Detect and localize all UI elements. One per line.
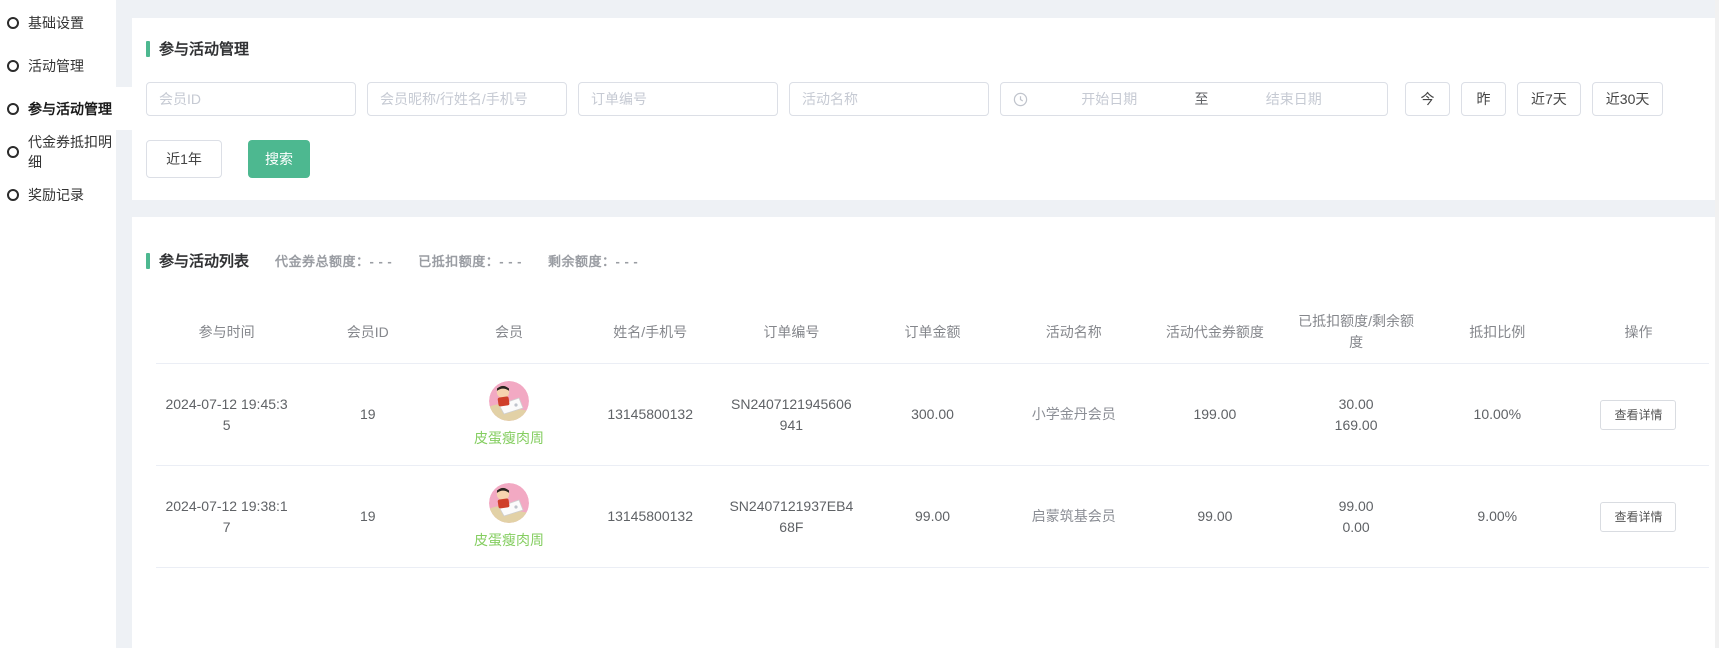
cell-order-amount: 300.00 [862, 398, 1003, 431]
sidebar-item-label: 代金券抵扣明细 [28, 132, 116, 172]
nickname-name-phone-input[interactable] [367, 82, 567, 116]
total-voucher-stat: 代金券总额度：- - - [275, 251, 392, 270]
circle-icon [7, 189, 19, 201]
sidebar-item-label: 奖励记录 [28, 185, 84, 205]
circle-icon [7, 146, 19, 158]
page-title: 参与活动管理 [159, 38, 249, 59]
cell-voucher-amount: 99.00 [1144, 500, 1285, 533]
cell-order-no: SN2407121937EB468F [721, 490, 862, 544]
sidebar-item-reward-records[interactable]: 奖励记录 [0, 173, 116, 216]
quick-today-button[interactable]: 今 [1405, 82, 1450, 116]
cell-time: 2024-07-12 19:38:17 [156, 490, 297, 544]
quick-30days-button[interactable]: 近30天 [1592, 82, 1664, 116]
sidebar-item-label: 参与活动管理 [28, 99, 112, 119]
cell-deducted-remaining: 30.00 169.00 [1286, 388, 1427, 442]
quick-yesterday-button[interactable]: 昨 [1461, 82, 1506, 116]
quick-1year-button[interactable]: 近1年 [146, 140, 222, 178]
cell-ratio: 10.00% [1427, 398, 1568, 431]
col-ratio: 抵扣比例 [1427, 316, 1568, 349]
cell-order-no: SN2407121945606941 [721, 388, 862, 442]
list-panel-header: 参与活动列表 代金券总额度：- - - 已抵扣额度：- - - 剩余额度：- -… [146, 250, 1709, 271]
remaining-stat: 剩余额度：- - - [548, 251, 638, 270]
participation-table: 参与时间 会员ID 会员 姓名/手机号 订单编号 订单金额 活动名称 活动代金券… [156, 301, 1709, 568]
cell-ratio: 9.00% [1427, 500, 1568, 533]
clock-icon [1013, 92, 1028, 107]
list-panel-title: 参与活动列表 [146, 250, 249, 271]
cell-member: 皮蛋瘦肉周 [438, 375, 579, 455]
date-range-picker[interactable]: 开始日期 至 结束日期 [1000, 82, 1388, 116]
cell-deducted-remaining: 99.00 0.00 [1286, 490, 1427, 544]
view-detail-button[interactable]: 查看详情 [1600, 400, 1676, 430]
view-detail-button[interactable]: 查看详情 [1600, 502, 1676, 532]
cell-phone: 13145800132 [580, 398, 721, 431]
member-avatar [489, 483, 529, 523]
sidebar-item-label: 活动管理 [28, 56, 84, 76]
cell-phone: 13145800132 [580, 500, 721, 533]
cell-member-id: 19 [297, 398, 438, 431]
sidebar-item-participation-management[interactable]: 参与活动管理 [0, 87, 116, 130]
cell-action: 查看详情 [1568, 394, 1709, 436]
table-row: 2024-07-12 19:38:17 19 [156, 465, 1709, 567]
col-order-amount: 订单金额 [862, 316, 1003, 349]
col-name-phone: 姓名/手机号 [580, 316, 721, 349]
member-nickname[interactable]: 皮蛋瘦肉周 [474, 530, 544, 551]
col-action: 操作 [1568, 316, 1709, 349]
cell-activity-name: 启蒙筑基会员 [1003, 500, 1144, 533]
member-avatar [489, 381, 529, 421]
cell-voucher-amount: 199.00 [1144, 398, 1285, 431]
col-member-id: 会员ID [297, 316, 438, 349]
circle-icon [7, 60, 19, 72]
circle-icon [7, 103, 19, 115]
top-margin-strip [132, 0, 1719, 18]
list-title: 参与活动列表 [159, 250, 249, 271]
sidebar-item-label: 基础设置 [28, 13, 84, 33]
title-accent-bar [146, 253, 150, 269]
member-id-input[interactable] [146, 82, 356, 116]
filter-row-1: 开始日期 至 结束日期 今 昨 近7天 近30天 [146, 82, 1703, 116]
cell-action: 查看详情 [1568, 496, 1709, 538]
cell-member-id: 19 [297, 500, 438, 533]
cell-time: 2024-07-12 19:45:35 [156, 388, 297, 442]
title-accent-bar [146, 41, 150, 57]
table-row: 2024-07-12 19:45:35 19 [156, 363, 1709, 465]
col-voucher-amount: 活动代金券额度 [1144, 316, 1285, 349]
search-button[interactable]: 搜索 [248, 140, 310, 178]
member-nickname[interactable]: 皮蛋瘦肉周 [474, 428, 544, 449]
col-time: 参与时间 [156, 316, 297, 349]
circle-icon [7, 17, 19, 29]
col-order-no: 订单编号 [721, 316, 862, 349]
sidebar-item-activity-management[interactable]: 活动管理 [0, 44, 116, 87]
col-member: 会员 [438, 316, 579, 349]
order-no-input[interactable] [578, 82, 778, 116]
filter-panel-title: 参与活动管理 [146, 38, 1703, 59]
start-date-placeholder: 开始日期 [1028, 89, 1191, 109]
panel-separator [132, 200, 1719, 217]
cell-activity-name: 小学金丹会员 [1003, 398, 1144, 431]
quick-7days-button[interactable]: 近7天 [1517, 82, 1581, 116]
end-date-placeholder: 结束日期 [1213, 89, 1376, 109]
list-panel: 参与活动列表 代金券总额度：- - - 已抵扣额度：- - - 剩余额度：- -… [132, 217, 1719, 648]
sidebar-item-basic-settings[interactable]: 基础设置 [0, 1, 116, 44]
activity-name-input[interactable] [789, 82, 989, 116]
scrollbar-track[interactable] [1715, 0, 1719, 648]
deducted-stat: 已抵扣额度：- - - [418, 251, 522, 270]
filter-panel: 参与活动管理 开始日期 至 结束日期 今 昨 近7天 近30天 [132, 18, 1719, 200]
sidebar: 基础设置 活动管理 参与活动管理 代金券抵扣明细 奖励记录 [0, 0, 116, 648]
cell-member: 皮蛋瘦肉周 [438, 477, 579, 557]
sidebar-item-voucher-deduction-detail[interactable]: 代金券抵扣明细 [0, 130, 116, 173]
date-range-to-label: 至 [1191, 89, 1213, 109]
col-activity-name: 活动名称 [1003, 316, 1144, 349]
voucher-summary: 代金券总额度：- - - 已抵扣额度：- - - 剩余额度：- - - [275, 251, 638, 270]
col-deducted-remaining: 已抵扣额度/剩余额度 [1286, 305, 1427, 359]
filter-row-2: 近1年 搜索 [146, 140, 1703, 178]
table-header-row: 参与时间 会员ID 会员 姓名/手机号 订单编号 订单金额 活动名称 活动代金券… [156, 301, 1709, 363]
cell-order-amount: 99.00 [862, 500, 1003, 533]
app-window: 基础设置 活动管理 参与活动管理 代金券抵扣明细 奖励记录 参与活动管理 [0, 0, 1719, 648]
main-content: 参与活动管理 开始日期 至 结束日期 今 昨 近7天 近30天 [132, 0, 1719, 648]
